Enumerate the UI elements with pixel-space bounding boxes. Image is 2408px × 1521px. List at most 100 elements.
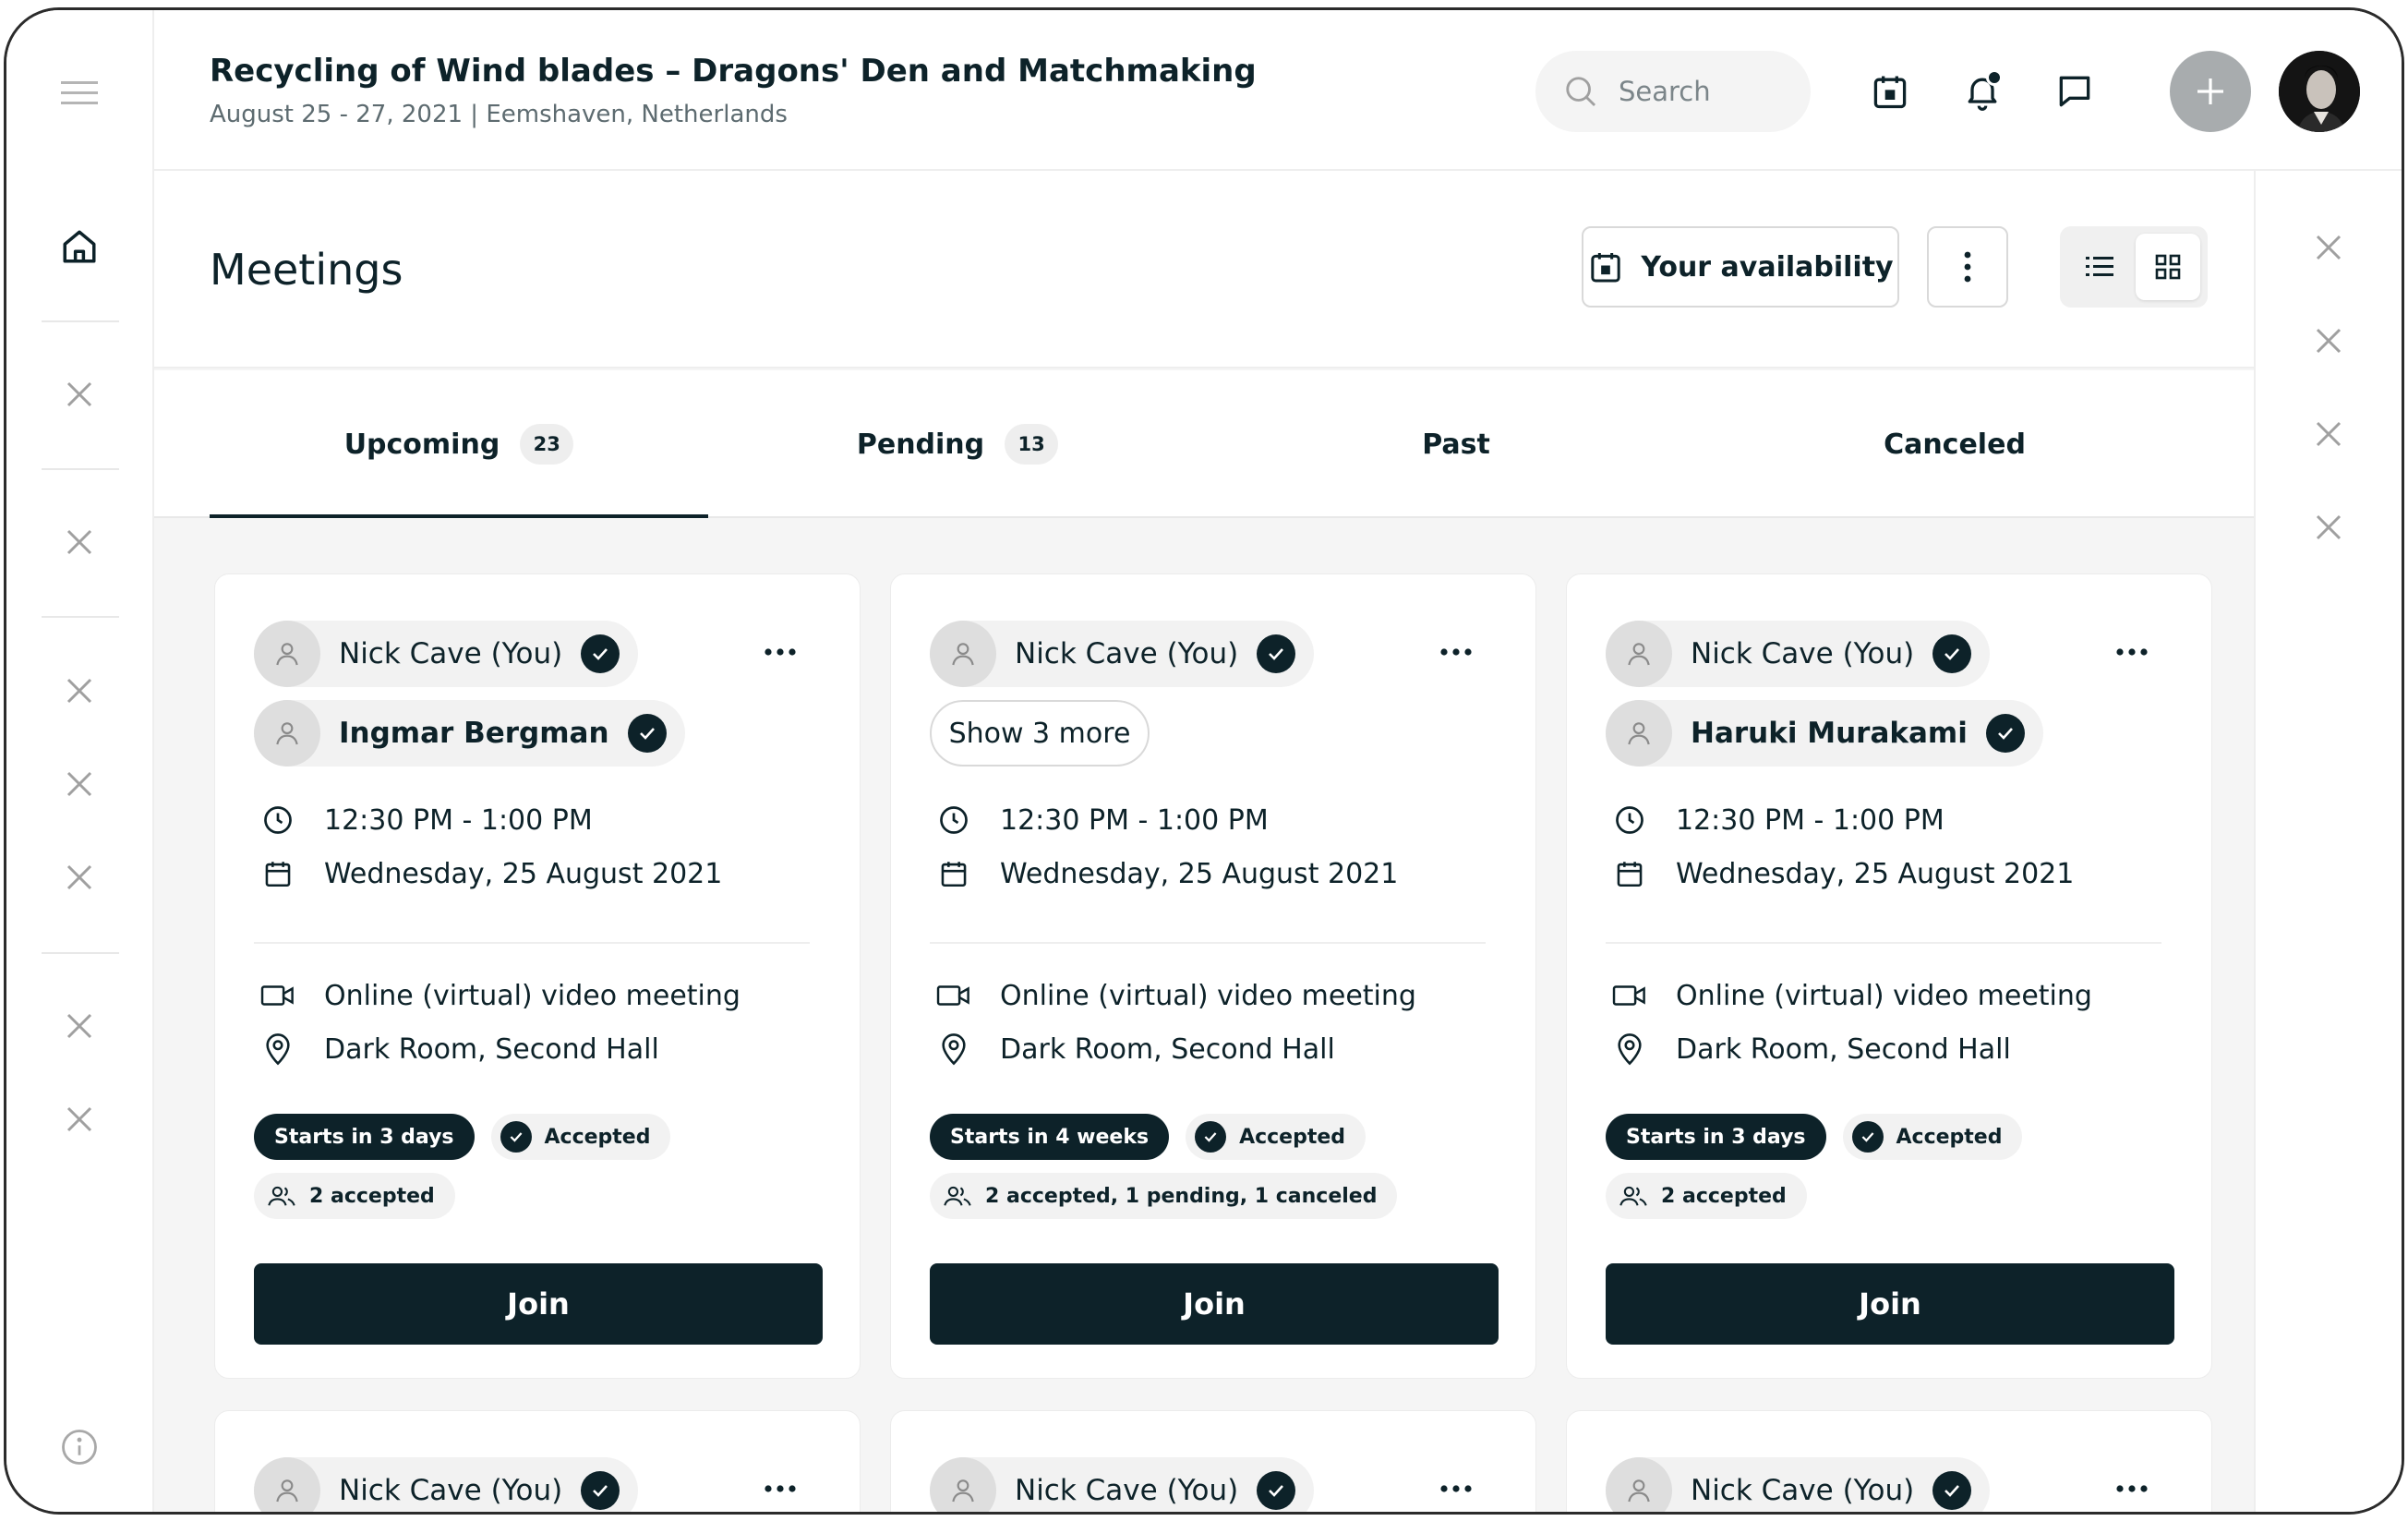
meeting-type-text: Online (virtual) video meeting <box>1000 979 1416 1012</box>
calendar-icon <box>1591 253 1621 283</box>
attendance-summary: 2 accepted <box>1606 1173 1807 1219</box>
close-icon[interactable] <box>2306 411 2352 457</box>
accepted-label: Accepted <box>1896 1125 2003 1149</box>
users-icon <box>1619 1186 1647 1206</box>
close-icon[interactable] <box>2306 318 2352 364</box>
check-icon <box>581 1471 620 1510</box>
participant-name: Nick Cave (You) <box>1691 1474 1915 1507</box>
meeting-card: Nick Cave (You) Ingmar Bergman 12:30 PM … <box>214 573 861 1379</box>
attendance-text: 2 accepted <box>309 1184 435 1208</box>
show-more-button[interactable]: Show 3 more <box>930 700 1150 767</box>
close-icon[interactable] <box>52 1092 107 1147</box>
status-badges: Starts in 4 weeks Accepted <box>930 1114 1367 1160</box>
card-options-button[interactable] <box>752 634 808 670</box>
participant-chip[interactable]: Nick Cave (You) <box>254 1457 639 1512</box>
clock-icon <box>259 802 296 839</box>
user-icon <box>930 621 996 687</box>
accepted-label: Accepted <box>544 1125 651 1149</box>
close-icon[interactable] <box>2306 224 2352 271</box>
close-icon[interactable] <box>52 367 107 422</box>
location-text: Dark Room, Second Hall <box>324 1032 659 1066</box>
location-pin-icon <box>935 1031 972 1068</box>
participant-chip[interactable]: Nick Cave (You) <box>254 621 639 687</box>
join-button[interactable]: Join <box>254 1263 823 1345</box>
meeting-tabs: Upcoming 23 Pending 13 Past Canceled <box>154 370 2254 518</box>
hamburger-menu-icon[interactable] <box>52 66 107 121</box>
accepted-badge: Accepted <box>490 1114 671 1160</box>
meeting-card: Nick Cave (You) Haruki Murakami 12:30 PM… <box>1566 573 2212 1379</box>
close-icon[interactable] <box>52 663 107 718</box>
meeting-location: Dark Room, Second Hall <box>1611 1031 2011 1068</box>
card-options-button[interactable] <box>2104 634 2160 670</box>
video-camera-icon <box>1611 977 1648 1014</box>
more-options-button[interactable] <box>1927 226 2008 308</box>
accepted-badge: Accepted <box>1842 1114 2023 1160</box>
close-icon[interactable] <box>2306 504 2352 550</box>
info-icon[interactable] <box>52 1419 107 1475</box>
check-icon <box>1257 1471 1296 1510</box>
home-icon[interactable] <box>52 219 107 274</box>
user-icon <box>254 700 320 767</box>
card-options-button[interactable] <box>1428 1470 1484 1507</box>
card-options-button[interactable] <box>2104 1470 2160 1507</box>
close-icon[interactable] <box>52 998 107 1054</box>
meeting-type: Online (virtual) video meeting <box>935 977 1416 1014</box>
card-options-button[interactable] <box>752 1470 808 1507</box>
more-dots-icon <box>2116 1485 2148 1492</box>
participant-chip[interactable]: Ingmar Bergman <box>254 700 685 767</box>
event-subtitle: August 25 - 27, 2021 | Eemshaven, Nether… <box>210 101 788 128</box>
tab-past[interactable]: Past <box>1207 370 1705 518</box>
list-view-toggle[interactable] <box>2067 234 2132 300</box>
add-button[interactable] <box>2170 51 2251 132</box>
grid-view-toggle[interactable] <box>2136 234 2200 300</box>
tab-upcoming[interactable]: Upcoming 23 <box>210 370 708 518</box>
participant-chip[interactable]: Nick Cave (You) <box>930 1457 1315 1512</box>
meeting-time: 12:30 PM - 1:00 PM <box>259 802 593 839</box>
time-text: 12:30 PM - 1:00 PM <box>1676 803 1944 837</box>
card-options-button[interactable] <box>1428 634 1484 670</box>
close-icon[interactable] <box>52 850 107 905</box>
more-dots-icon <box>1440 1485 1472 1492</box>
join-button[interactable]: Join <box>930 1263 1499 1345</box>
accepted-badge: Accepted <box>1186 1114 1367 1160</box>
video-camera-icon <box>259 977 296 1014</box>
divider <box>254 942 810 944</box>
user-icon <box>1606 1457 1672 1512</box>
right-sidebar <box>2254 171 2402 1512</box>
tab-label: Canceled <box>1884 428 2026 461</box>
close-icon[interactable] <box>52 514 107 570</box>
user-avatar[interactable] <box>2279 51 2360 132</box>
user-icon <box>254 1457 320 1512</box>
divider <box>930 942 1486 944</box>
calendar-icon <box>259 855 296 892</box>
user-icon <box>254 621 320 687</box>
participant-chip[interactable]: Nick Cave (You) <box>930 621 1315 687</box>
calendar-icon[interactable] <box>1866 67 1914 115</box>
event-title: Recycling of Wind blades – Dragons' Den … <box>210 53 1257 90</box>
users-icon <box>268 1186 295 1206</box>
join-button[interactable]: Join <box>1606 1263 2174 1345</box>
meeting-location: Dark Room, Second Hall <box>935 1031 1335 1068</box>
close-icon[interactable] <box>52 756 107 812</box>
participant-chip[interactable]: Nick Cave (You) <box>1606 1457 1991 1512</box>
tab-canceled[interactable]: Canceled <box>1705 370 2204 518</box>
users-icon <box>944 1186 971 1206</box>
user-icon <box>930 1457 996 1512</box>
participant-name: Nick Cave (You) <box>1015 1474 1239 1507</box>
bell-icon[interactable] <box>1958 67 2006 115</box>
check-icon <box>1932 1471 1972 1510</box>
participant-name: Nick Cave (You) <box>339 637 563 670</box>
meeting-card: Nick Cave (You) <box>214 1410 861 1512</box>
search-box[interactable] <box>1535 51 1811 132</box>
participant-chip[interactable]: Nick Cave (You) <box>1606 621 1991 687</box>
chat-icon[interactable] <box>2051 67 2099 115</box>
search-icon <box>1566 77 1596 107</box>
participant-chip[interactable]: Haruki Murakami <box>1606 700 2043 767</box>
check-icon <box>500 1121 532 1153</box>
check-icon <box>1851 1121 1884 1153</box>
search-input[interactable] <box>1619 76 1794 107</box>
plus-icon <box>2197 78 2223 104</box>
check-icon <box>627 714 667 753</box>
your-availability-button[interactable]: Your availability <box>1582 226 1899 308</box>
tab-pending[interactable]: Pending 13 <box>708 370 1207 518</box>
